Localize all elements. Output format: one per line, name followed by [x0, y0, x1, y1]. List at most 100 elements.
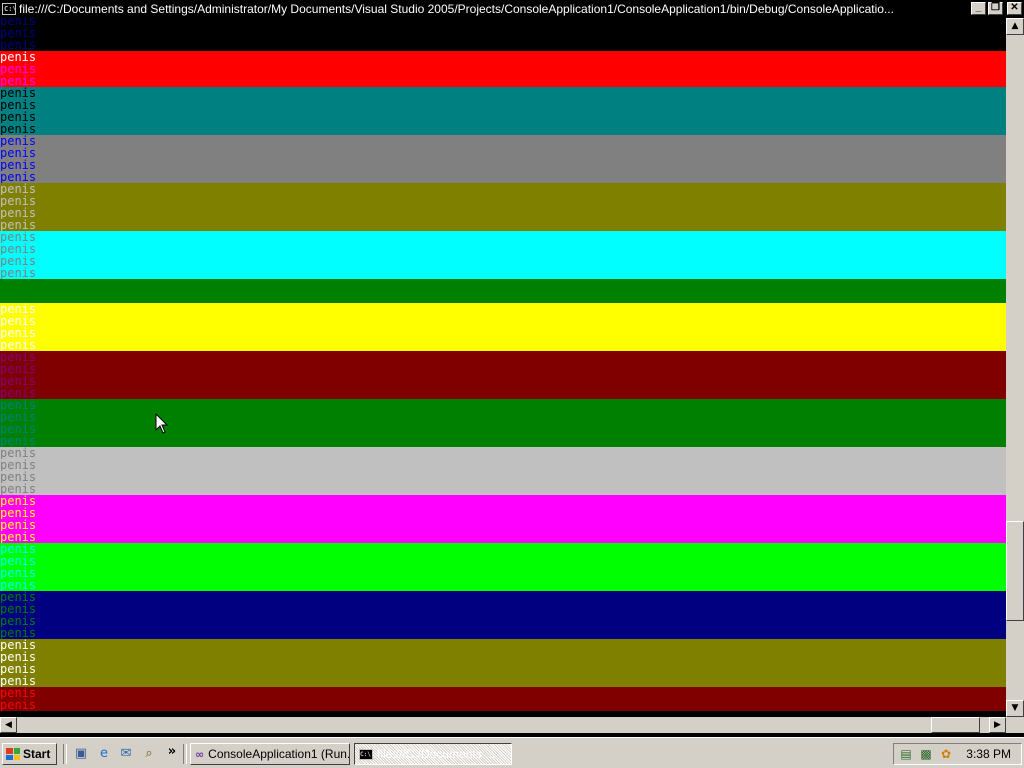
console-line: penis	[0, 279, 42, 291]
console-row-background	[0, 159, 1006, 171]
console-row-background	[0, 123, 1006, 135]
console-line: penis	[0, 483, 42, 495]
console-line: penis	[0, 339, 42, 351]
console-line: penis	[0, 423, 42, 435]
console-line: penis	[0, 507, 42, 519]
taskbar-separator	[63, 744, 67, 764]
console-row-background	[0, 363, 1006, 375]
console-line: penis	[0, 147, 42, 159]
console-row-background	[0, 63, 1006, 75]
console-row-background	[0, 327, 1006, 339]
console-line: penis	[0, 243, 42, 255]
task-label: file:///C:/Documents ...	[377, 747, 496, 761]
console-line: penis	[0, 411, 42, 423]
console-line: penis	[0, 183, 42, 195]
console-row-background	[0, 339, 1006, 351]
console-line: penis	[0, 63, 42, 75]
vertical-scroll-thumb[interactable]	[1006, 521, 1024, 621]
task-visual-studio[interactable]: ∞ ConsoleApplication1 (Run...	[190, 743, 350, 765]
scroll-right-button[interactable]: ▶	[989, 717, 1006, 733]
task-console-window[interactable]: C:\ file:///C:/Documents ...	[354, 743, 512, 765]
console-line: penis	[0, 543, 42, 555]
horizontal-scroll-thumb[interactable]	[931, 717, 980, 733]
console-line: penis	[0, 291, 42, 303]
restore-button[interactable]: ❐	[988, 2, 1003, 15]
console-row-background	[0, 399, 1006, 411]
console-row-background	[0, 195, 1006, 207]
window-title: file:///C:/Documents and Settings/Admini…	[19, 2, 894, 16]
console-line: penis	[0, 351, 42, 363]
console-row-background	[0, 135, 1006, 147]
console-line: penis	[0, 219, 42, 231]
console-line: penis	[0, 18, 42, 27]
console-line: penis	[0, 303, 42, 315]
start-label: Start	[23, 747, 51, 761]
desktop-icon[interactable]: ▣	[73, 746, 89, 762]
taskbar: Start ▣ e ✉ ⌕ » ∞ ConsoleApplication1 (R…	[0, 737, 1024, 768]
console-row-background	[0, 591, 1006, 603]
console-line: penis	[0, 579, 42, 591]
vertical-scrollbar[interactable]: ▲ ▼	[1006, 18, 1024, 717]
console-line: penis	[0, 315, 42, 327]
console-line: penis	[0, 231, 42, 243]
console-icon: C:\	[359, 748, 373, 760]
console-line: penis	[0, 495, 42, 507]
close-button[interactable]: ✕	[1007, 2, 1022, 15]
console-row-background	[0, 603, 1006, 615]
console-output[interactable]: penis penis penis penis penis penis penis penis…	[0, 18, 1006, 717]
scroll-left-button[interactable]: ◀	[0, 717, 17, 733]
console-line: penis	[0, 87, 42, 99]
messenger-icon[interactable]: ✿	[938, 746, 954, 762]
console-line: penis	[0, 99, 42, 111]
system-tray: ▤ ▩ ✿ 3:38 PM	[893, 743, 1022, 765]
title-bar[interactable]: C:\ file:///C:/Documents and Settings/Ad…	[0, 0, 1024, 18]
task-label: ConsoleApplication1 (Run...	[208, 747, 350, 761]
console-row-background	[0, 27, 1006, 39]
ie-icon[interactable]: e	[96, 746, 112, 762]
console-line: penis	[0, 639, 42, 651]
console-line: penis	[0, 531, 42, 543]
console-line: penis	[0, 123, 42, 135]
console-row-background	[0, 435, 1006, 447]
console-row-background	[0, 531, 1006, 543]
scroll-down-button[interactable]: ▼	[1006, 700, 1024, 717]
console-row-background	[0, 99, 1006, 111]
minimize-button[interactable]: _	[971, 2, 986, 15]
console-row-background	[0, 651, 1006, 663]
console-line: penis	[0, 459, 42, 471]
console-line: penis	[0, 675, 42, 687]
outlook-icon[interactable]: ✉	[118, 746, 134, 762]
console-row-background	[0, 87, 1006, 99]
console-row-background	[0, 483, 1006, 495]
console-line: penis	[0, 135, 42, 147]
console-row-background	[0, 183, 1006, 195]
more-quicklaunch-button[interactable]: »	[164, 744, 180, 760]
console-row-background	[0, 411, 1006, 423]
scrollbar-corner	[1006, 717, 1024, 733]
console-row-background	[0, 543, 1006, 555]
console-line: penis	[0, 567, 42, 579]
console-row-background	[0, 351, 1006, 363]
console-row-background	[0, 627, 1006, 639]
console-row-background	[0, 315, 1006, 327]
console-row-background	[0, 375, 1006, 387]
console-line: penis	[0, 327, 42, 339]
console-line: penis	[0, 651, 42, 663]
console-row-background	[0, 663, 1006, 675]
console-icon[interactable]: C:\	[2, 3, 17, 15]
vmware-icon[interactable]: ▩	[918, 746, 934, 762]
console-row-background	[0, 147, 1006, 159]
console-line: penis	[0, 555, 42, 567]
console-row-background	[0, 255, 1006, 267]
start-button[interactable]: Start	[2, 743, 57, 765]
search-icon[interactable]: ⌕	[141, 746, 157, 762]
console-row-background	[0, 687, 1006, 699]
console-line: penis	[0, 519, 42, 531]
scroll-up-button[interactable]: ▲	[1006, 18, 1024, 35]
horizontal-scrollbar[interactable]: ◀ ▶	[0, 717, 1006, 733]
network-icon[interactable]: ▤	[898, 746, 914, 762]
console-row-background	[0, 699, 1006, 711]
console-row-background	[0, 111, 1006, 123]
console-line: penis	[0, 363, 42, 375]
console-row-background	[0, 219, 1006, 231]
